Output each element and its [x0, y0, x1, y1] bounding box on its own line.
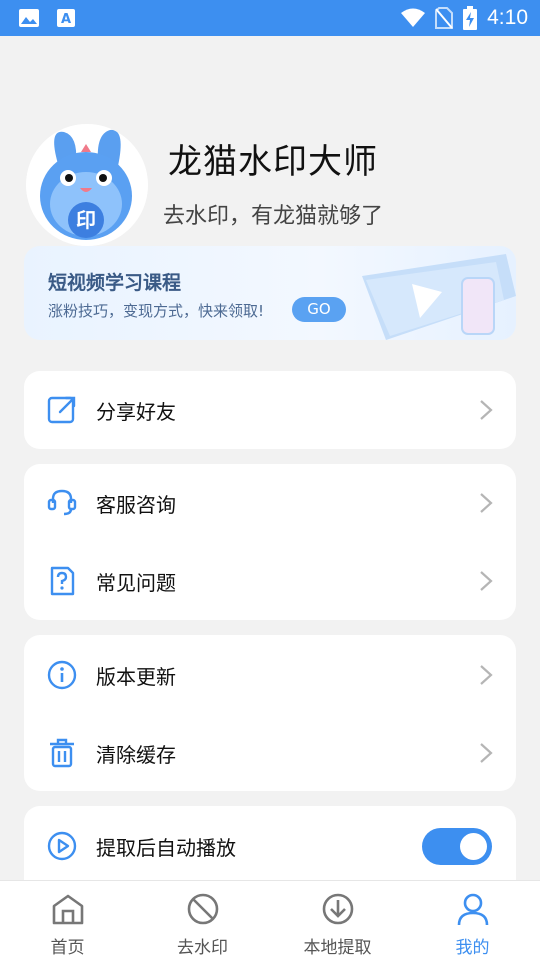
banner-title: 短视频学习课程: [48, 272, 182, 294]
status-time: 4:10: [487, 6, 528, 29]
text-a-icon: A: [57, 9, 75, 27]
bottom-tab-bar: 首页 去水印 本地提取 我的: [0, 880, 540, 960]
svg-text:印: 印: [76, 208, 96, 232]
info-icon: [47, 660, 77, 690]
question-doc-icon: [50, 566, 75, 596]
app-name: 龙猫水印大师: [168, 142, 378, 182]
play-circle-icon: [47, 831, 77, 861]
status-bar: A 4:10: [0, 0, 540, 36]
chevron-right-icon: [480, 400, 493, 420]
tab-home-label: 首页: [50, 938, 85, 958]
support-label: 客服咨询: [96, 492, 176, 517]
tab-home[interactable]: 首页: [0, 881, 135, 960]
headset-icon: [47, 489, 77, 516]
no-sign-icon: [187, 893, 219, 925]
banner-subtitle: 涨粉技巧，变现方式，快来领取!: [48, 302, 265, 320]
course-banner[interactable]: 短视频学习课程 涨粉技巧，变现方式，快来领取! GO: [24, 246, 516, 340]
version-update-row[interactable]: 版本更新: [24, 637, 516, 713]
chevron-right-icon: [480, 665, 493, 685]
share-icon: [47, 396, 76, 424]
share-label: 分享好友: [96, 399, 176, 424]
support-row[interactable]: 客服咨询: [24, 465, 516, 541]
download-circle-icon: [322, 893, 354, 925]
tab-local-extract-label: 本地提取: [303, 938, 372, 958]
wifi-icon: [401, 8, 426, 27]
chevron-right-icon: [480, 743, 493, 763]
battery-charging-icon: [463, 6, 478, 30]
image-icon: [19, 9, 39, 27]
autoplay-label: 提取后自动播放: [96, 835, 236, 860]
tab-remove-watermark-label: 去水印: [177, 938, 228, 958]
avatar: 印: [26, 124, 148, 246]
user-icon: [457, 893, 489, 926]
autoplay-toggle[interactable]: [422, 828, 492, 865]
update-label: 版本更新: [96, 664, 176, 689]
tab-mine[interactable]: 我的: [405, 881, 540, 960]
share-card: 分享好友: [24, 371, 516, 449]
autoplay-row: 提取后自动播放: [24, 808, 516, 884]
maintenance-card: 版本更新 清除缓存: [24, 635, 516, 791]
toggle-knob: [460, 833, 487, 860]
video-card-illustration: [362, 254, 516, 340]
chevron-right-icon: [480, 571, 493, 591]
app-slogan: 去水印，有龙猫就够了: [163, 204, 384, 229]
tab-local-extract[interactable]: 本地提取: [270, 881, 405, 960]
mascot-logo: 印: [26, 124, 148, 246]
chevron-right-icon: [480, 493, 493, 513]
go-button[interactable]: GO: [292, 297, 346, 322]
svg-text:A: A: [61, 12, 71, 27]
faq-row[interactable]: 常见问题: [24, 543, 516, 619]
tab-mine-label: 我的: [455, 938, 490, 958]
support-card: 客服咨询 常见问题: [24, 464, 516, 620]
trash-icon: [50, 738, 74, 768]
share-friends-row[interactable]: 分享好友: [24, 372, 516, 448]
faq-label: 常见问题: [96, 570, 176, 595]
tab-remove-watermark[interactable]: 去水印: [135, 881, 270, 960]
clear-cache-row[interactable]: 清除缓存: [24, 715, 516, 791]
no-sim-icon: [435, 7, 454, 29]
clear-cache-label: 清除缓存: [96, 742, 176, 767]
profile-header: 印 龙猫水印大师 去水印，有龙猫就够了: [26, 124, 516, 246]
home-icon: [52, 894, 84, 925]
